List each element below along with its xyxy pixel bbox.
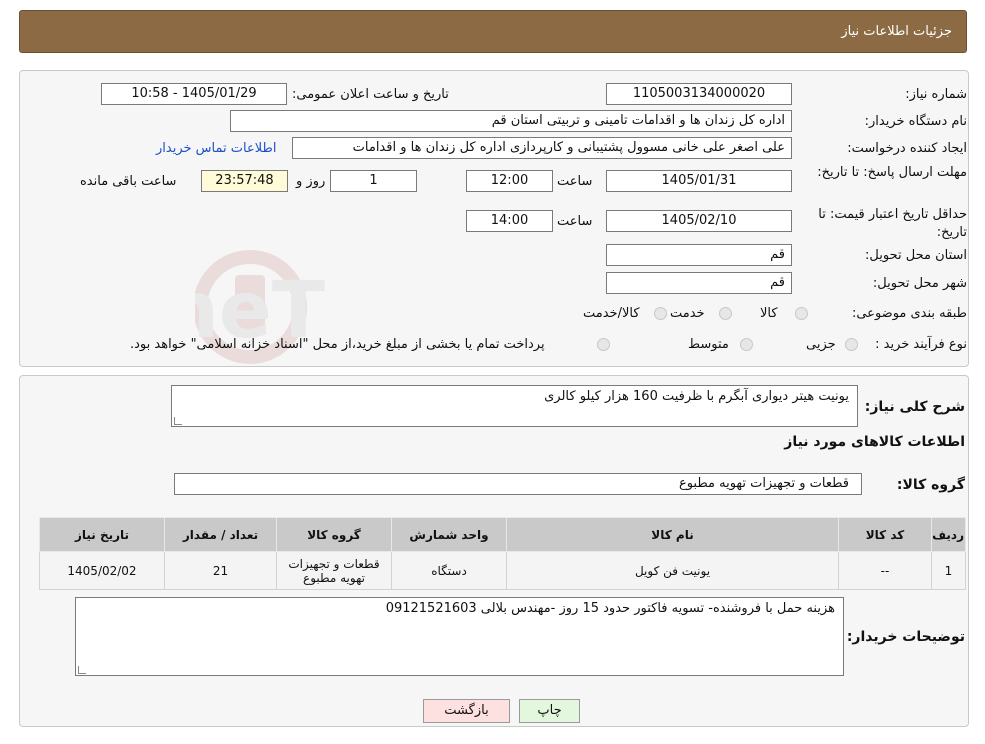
resize-grip-icon[interactable]: [78, 666, 86, 674]
city-field: قم: [606, 272, 792, 294]
requester-label: ایجاد کننده درخواست:: [847, 141, 967, 156]
city-label: شهر محل تحویل:: [872, 276, 967, 291]
remaining-label: ساعت باقی مانده: [80, 174, 177, 189]
notes-text: هزینه حمل با فروشنده- تسویه فاکتور حدود …: [385, 601, 835, 616]
province-field: قم: [606, 244, 792, 266]
cell-row-number: 1: [931, 551, 966, 590]
description-textarea[interactable]: یونیت هیتر دیواری آبگرم با ظرفیت 160 هزا…: [171, 385, 858, 427]
notes-label: توضیحات خریدار:: [846, 629, 965, 645]
col-need-date: تاریخ نیاز: [39, 517, 165, 552]
requester-field: علی اصغر علی خانی مسوول پشتیبانی و کارپر…: [292, 137, 792, 159]
category-goods-service-radio[interactable]: [654, 307, 667, 320]
group-field: قطعات و تجهیزات تهویه مطبوع: [174, 473, 862, 495]
process-minor-label: جزیی: [806, 337, 836, 352]
deadline-time-field: 12:00: [466, 170, 553, 192]
deadline-time-label: ساعت: [557, 174, 593, 189]
validity-label: حداقل تاریخ اعتبار قیمت: تا تاریخ:: [818, 207, 967, 240]
description-label: شرح کلی نیاز:: [864, 399, 965, 415]
province-label: استان محل تحویل:: [865, 248, 967, 263]
cell-quantity: 21: [164, 551, 277, 590]
col-item-name: نام کالا: [506, 517, 839, 552]
treasury-note: پرداخت تمام یا بخشی از مبلغ خرید،از محل …: [130, 337, 545, 352]
resize-grip-icon[interactable]: [174, 417, 182, 425]
buyer-label: نام دستگاه خریدار:: [864, 114, 967, 129]
process-medium-label: متوسط: [688, 337, 729, 352]
validity-time-field: 14:00: [466, 210, 553, 232]
category-label: طبقه بندی موضوعی:: [851, 306, 967, 321]
group-label: گروه کالا:: [896, 477, 965, 493]
notes-textarea[interactable]: هزینه حمل با فروشنده- تسویه فاکتور حدود …: [75, 597, 844, 676]
print-button[interactable]: چاپ: [519, 699, 580, 723]
col-unit: واحد شمارش: [391, 517, 507, 552]
category-goods-radio[interactable]: [795, 307, 808, 320]
days-remaining-field: 1: [330, 170, 417, 192]
need-number-label: شماره نیاز:: [905, 87, 967, 102]
category-service-label: خدمت: [670, 306, 705, 321]
cell-item-code: --: [838, 551, 932, 590]
col-row-number: ردیف: [931, 517, 966, 552]
validity-date-field: 1405/02/10: [606, 210, 792, 232]
need-number-field: 1105003134000020: [606, 83, 792, 105]
back-button[interactable]: بازگشت: [423, 699, 510, 723]
items-heading: اطلاعات کالاهای مورد نیاز: [784, 434, 965, 450]
col-quantity: تعداد / مقدار: [164, 517, 277, 552]
page-title: جزئیات اطلاعات نیاز: [841, 24, 952, 39]
col-item-code: کد کالا: [838, 517, 932, 552]
items-table: ردیف کد کالا نام کالا واحد شمارش گروه کا…: [39, 517, 966, 590]
buyer-contact-link[interactable]: اطلاعات تماس خریدار: [156, 141, 276, 156]
description-text: یونیت هیتر دیواری آبگرم با ظرفیت 160 هزا…: [544, 389, 849, 404]
cell-group: قطعات و تجهیزات تهویه مطبوع: [276, 551, 392, 590]
group-value: قطعات و تجهیزات تهویه مطبوع: [678, 476, 849, 491]
announce-datetime-field: 1405/01/29 - 10:58: [101, 83, 287, 105]
treasury-checkbox[interactable]: [597, 338, 610, 351]
process-label: نوع فرآیند خرید :: [875, 337, 967, 352]
process-minor-radio[interactable]: [845, 338, 858, 351]
announce-label: تاریخ و ساعت اعلان عمومی:: [292, 87, 449, 102]
page-header: جزئیات اطلاعات نیاز: [19, 10, 967, 53]
col-group: گروه کالا: [276, 517, 392, 552]
table-header-row: ردیف کد کالا نام کالا واحد شمارش گروه کا…: [39, 517, 966, 552]
deadline-label: مهلت ارسال پاسخ: تا تاریخ:: [817, 165, 967, 180]
category-goods-label: کالا: [760, 306, 778, 321]
deadline-date-field: 1405/01/31: [606, 170, 792, 192]
table-row: 1 -- یونیت فن کویل دستگاه قطعات و تجهیزا…: [39, 551, 966, 590]
cell-item-name: یونیت فن کویل: [506, 551, 839, 590]
process-medium-radio[interactable]: [740, 338, 753, 351]
cell-need-date: 1405/02/02: [39, 551, 165, 590]
buyer-field: اداره کل زندان ها و اقدامات تامینی و ترب…: [230, 110, 792, 132]
remaining-timer: 23:57:48: [201, 170, 288, 192]
cell-unit: دستگاه: [391, 551, 507, 590]
category-service-radio[interactable]: [719, 307, 732, 320]
validity-time-label: ساعت: [557, 214, 593, 229]
days-label: روز و: [296, 174, 326, 189]
category-goods-service-label: کالا/خدمت: [583, 306, 640, 321]
